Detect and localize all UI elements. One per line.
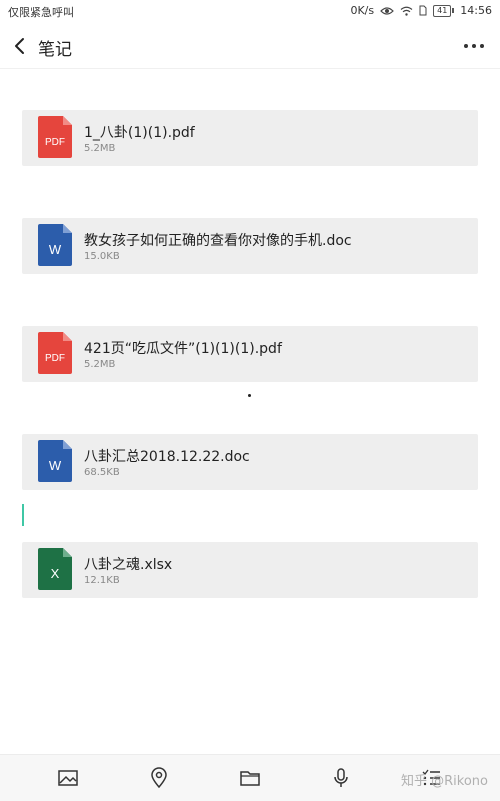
status-bar: 仅限紧急呼叫 0K/s 41 14:56 (0, 0, 500, 24)
attachment-card-excel[interactable]: X 八卦之魂.xlsx 12.1KB (22, 542, 478, 598)
folder-icon[interactable] (239, 767, 261, 789)
eye-icon (380, 6, 394, 15)
image-icon[interactable] (57, 767, 79, 789)
file-size: 15.0KB (84, 251, 120, 262)
file-name: 八卦汇总2018.12.22.doc (84, 449, 250, 465)
excel-file-icon: X (38, 548, 72, 590)
back-arrow-icon[interactable] (8, 32, 32, 60)
file-size: 5.2MB (84, 143, 116, 154)
watermark: 知乎 @Rikono (401, 774, 488, 789)
header-divider (0, 68, 500, 69)
file-size: 68.5KB (84, 467, 120, 478)
file-size: 12.1KB (84, 575, 120, 586)
file-size: 5.2MB (84, 359, 116, 370)
page-title: 笔记 (38, 40, 72, 60)
attachment-card-word[interactable]: W 八卦汇总2018.12.22.doc 68.5KB (22, 434, 478, 490)
word-file-icon: W (38, 224, 72, 266)
battery-icon (452, 8, 455, 13)
svg-text:W: W (49, 242, 62, 257)
carrier-text: 仅限紧急呼叫 (8, 6, 74, 19)
bottom-toolbar: 知乎 @Rikono (0, 754, 500, 801)
attachment-card-pdf[interactable]: PDF 421页“吃瓜文件”(1)(1)(1).pdf 5.2MB (22, 326, 478, 382)
location-icon[interactable] (148, 767, 170, 789)
network-speed: 0K/s (350, 4, 375, 17)
file-name: 1_八卦(1)(1).pdf (84, 125, 195, 141)
svg-text:W: W (49, 458, 62, 473)
pdf-file-icon: PDF (38, 332, 72, 374)
svg-text:PDF: PDF (45, 353, 65, 364)
attachment-card-pdf[interactable]: PDF 1_八卦(1)(1).pdf 5.2MB (22, 110, 478, 166)
file-name: 八卦之魂.xlsx (84, 557, 173, 573)
app-header: 笔记 (0, 24, 500, 68)
attachment-card-word[interactable]: W 教女孩子如何正确的查看你对像的手机.doc 15.0KB (22, 218, 478, 274)
more-options-icon[interactable] (462, 34, 486, 58)
status-indicators: 0K/s 41 14:56 (350, 4, 492, 17)
file-name: 教女孩子如何正确的查看你对像的手机.doc (84, 233, 352, 249)
word-file-icon: W (38, 440, 72, 482)
microphone-icon[interactable] (330, 767, 352, 789)
svg-text:X: X (51, 566, 60, 581)
pdf-file-icon: PDF (38, 116, 72, 158)
clock: 14:56 (460, 4, 492, 17)
stray-dot (248, 394, 251, 397)
battery-level: 41 (433, 4, 452, 17)
wifi-icon (400, 6, 413, 16)
sim-card-icon (419, 5, 427, 16)
file-name: 421页“吃瓜文件”(1)(1)(1).pdf (84, 341, 282, 357)
text-cursor (22, 504, 24, 526)
svg-text:PDF: PDF (45, 137, 65, 148)
